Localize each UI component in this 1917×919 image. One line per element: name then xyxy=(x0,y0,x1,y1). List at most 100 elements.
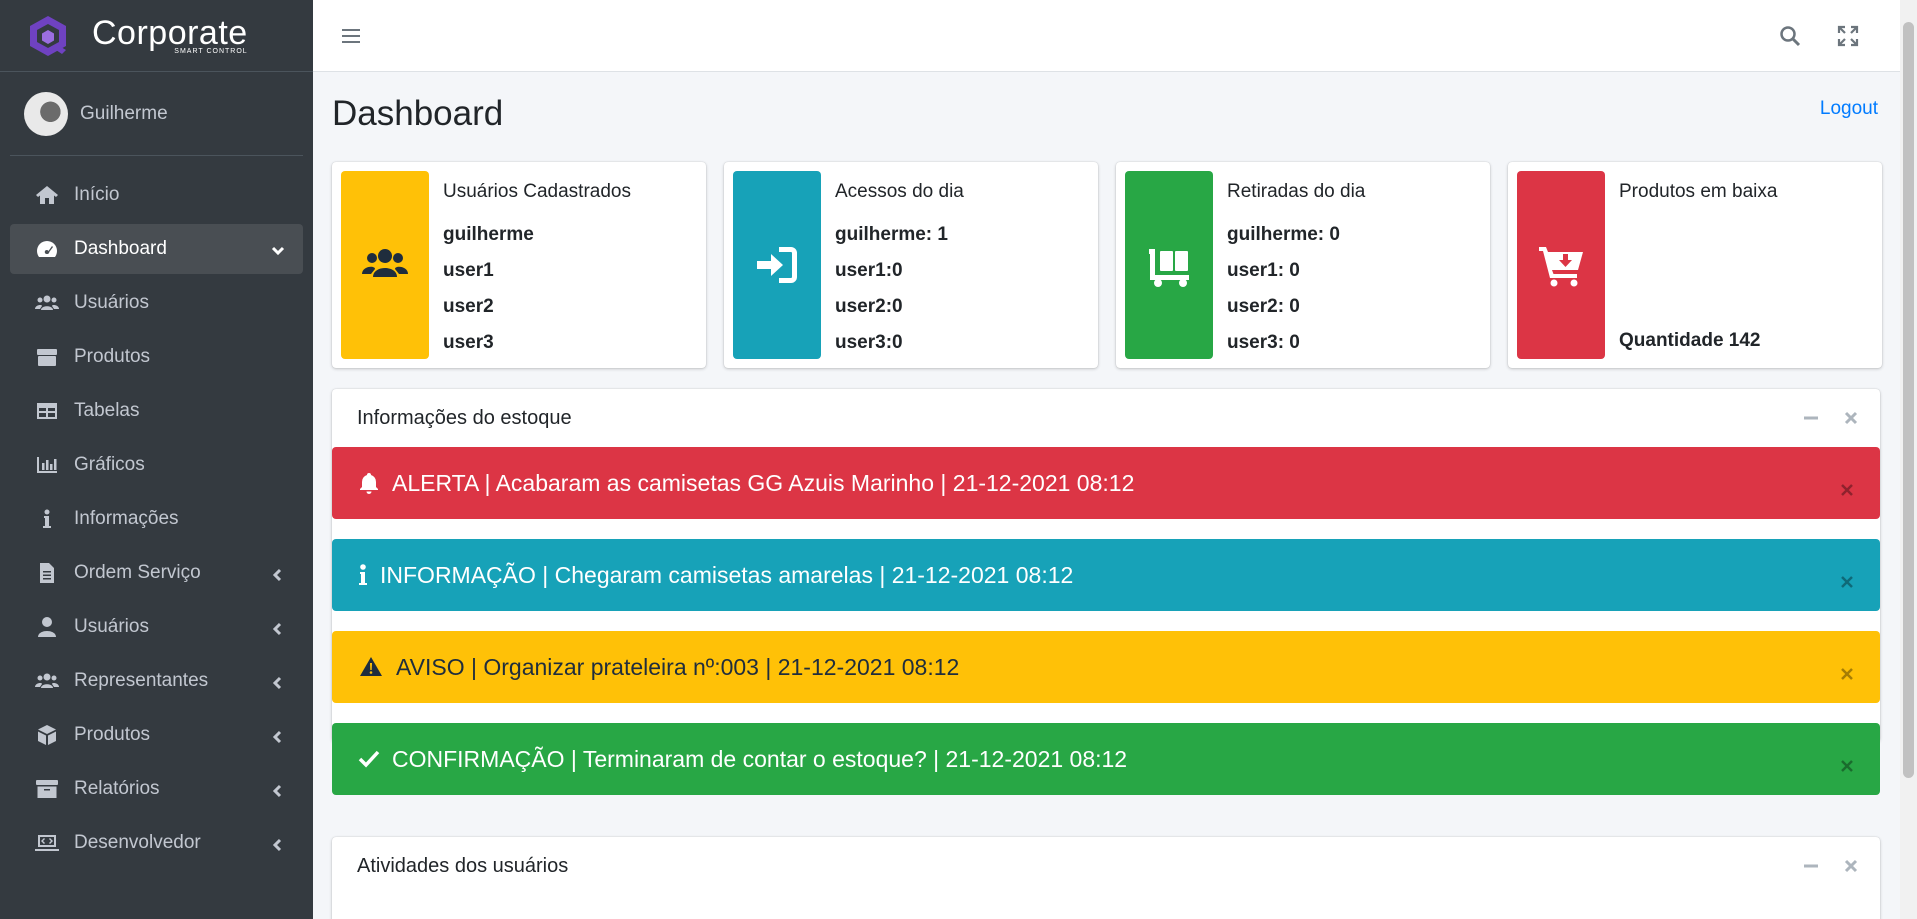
sidebar-item-produtos[interactable]: Produtos xyxy=(10,332,303,382)
alert-text: CONFIRMAÇÃO | Terminaram de contar o est… xyxy=(392,745,1128,772)
close-icon[interactable] xyxy=(1840,476,1854,496)
alert-text: INFORMAÇÃO | Chegaram camisetas amarelas… xyxy=(380,561,1074,588)
user-panel[interactable]: Guilherme xyxy=(10,72,303,156)
sidebar-item-label: Ordem Serviço xyxy=(74,562,201,583)
card-line: user3 xyxy=(443,332,494,353)
sidebar-item-usuarios[interactable]: Usuários xyxy=(10,278,303,328)
sidebar-item-desenvolvedor[interactable]: Desenvolvedor xyxy=(10,818,303,868)
chevron-left-icon xyxy=(271,620,285,636)
brand-subtitle: SMART CONTROL xyxy=(174,48,248,55)
hamburger-menu-icon[interactable] xyxy=(341,26,361,46)
sidebar-item-label: Usuários xyxy=(74,292,149,313)
chevron-left-icon xyxy=(271,566,285,582)
user-icon xyxy=(34,616,60,638)
user-activity-panel: Atividades dos usuários xyxy=(332,837,1880,919)
sidebar-item-label: Produtos xyxy=(74,724,151,745)
card-line: guilherme: 0 xyxy=(1227,224,1340,245)
file-icon xyxy=(34,562,60,584)
close-icon[interactable] xyxy=(1840,568,1854,588)
card-line: user3:0 xyxy=(835,332,903,353)
minimize-icon[interactable] xyxy=(1802,409,1820,427)
panel-header: Informações do estoque xyxy=(332,389,1880,447)
card-retiradas-do-dia: Retiradas do dia guilherme: 0 user1: 0 u… xyxy=(1116,162,1490,368)
sidebar-item-tabelas[interactable]: Tabelas xyxy=(10,386,303,436)
card-title: Produtos em baixa xyxy=(1619,181,1778,202)
sidebar-item-informacoes[interactable]: Informações xyxy=(10,494,303,544)
logout-link[interactable]: Logout xyxy=(1820,98,1878,120)
panel-title: Informações do estoque xyxy=(357,406,572,429)
check-icon xyxy=(356,746,382,772)
sidebar-item-graficos[interactable]: Gráficos xyxy=(10,440,303,490)
avatar[interactable] xyxy=(24,91,68,136)
page-scrollbar[interactable] xyxy=(1900,0,1917,919)
alert-info: INFORMAÇÃO | Chegaram camisetas amarelas… xyxy=(332,539,1880,611)
sidebar-item-relatorios[interactable]: Relatórios xyxy=(10,764,303,814)
card-acessos-do-dia: Acessos do dia guilherme: 1 user1:0 user… xyxy=(724,162,1098,368)
chart-icon xyxy=(34,454,60,476)
search-icon[interactable] xyxy=(1778,24,1802,48)
card-line: user2 xyxy=(443,296,494,317)
stock-info-panel: Informações do estoque ALERTA | Acabaram… xyxy=(332,389,1880,795)
chevron-left-icon xyxy=(271,782,285,798)
sidebar-item-representantes[interactable]: Representantes xyxy=(10,656,303,706)
panel-header: Atividades dos usuários xyxy=(332,837,1880,895)
brand[interactable]: Corporate SMART CONTROL xyxy=(0,0,313,72)
sidebar-item-dashboard[interactable]: Dashboard xyxy=(10,224,303,274)
sidebar-item-produtos-menu[interactable]: Produtos xyxy=(10,710,303,760)
close-icon[interactable] xyxy=(1840,660,1854,680)
sidebar-item-label: Representantes xyxy=(74,670,209,691)
box-icon xyxy=(34,346,60,368)
close-icon[interactable] xyxy=(1842,857,1860,875)
card-line: guilherme: 1 xyxy=(835,224,948,245)
sidebar-item-label: Usuários xyxy=(74,616,149,637)
chevron-down-icon xyxy=(271,242,285,256)
users-icon xyxy=(341,171,429,359)
archive-icon xyxy=(34,778,60,800)
sidebar-item-label: Informações xyxy=(74,508,179,529)
card-line: user3: 0 xyxy=(1227,332,1300,353)
sidebar-item-label: Tabelas xyxy=(74,400,140,421)
sidebar: Corporate SMART CONTROL Guilherme Início… xyxy=(0,0,313,919)
sidebar-item-label: Início xyxy=(74,184,120,205)
card-spacer xyxy=(1619,217,1777,323)
user-name[interactable]: Guilherme xyxy=(80,103,168,125)
dolly-icon xyxy=(1125,171,1213,359)
users-icon xyxy=(34,670,60,692)
card-line: Quantidade 142 xyxy=(1619,330,1761,351)
sidebar-item-label: Desenvolvedor xyxy=(74,832,201,853)
card-line: user1:0 xyxy=(835,260,903,281)
users-icon xyxy=(34,292,60,314)
card-title: Acessos do dia xyxy=(835,181,964,202)
info-cards: Usuários Cadastrados guilherme user1 use… xyxy=(332,162,1882,368)
warning-icon xyxy=(356,654,386,680)
sidebar-nav: Início Dashboard Usuários Produtos Tabel… xyxy=(0,170,313,868)
sidebar-item-ordem-servico[interactable]: Ordem Serviço xyxy=(10,548,303,598)
table-icon xyxy=(34,400,60,422)
top-navbar xyxy=(313,0,1900,72)
home-icon xyxy=(34,184,60,206)
close-icon[interactable] xyxy=(1840,752,1854,772)
close-icon[interactable] xyxy=(1842,409,1860,427)
laptop-code-icon xyxy=(34,832,60,854)
chevron-left-icon xyxy=(271,674,285,690)
card-title: Retiradas do dia xyxy=(1227,181,1366,202)
sidebar-item-inicio[interactable]: Início xyxy=(10,170,303,220)
card-line: guilherme xyxy=(443,224,534,245)
card-line: user1 xyxy=(443,260,494,281)
brand-title: Corporate xyxy=(92,14,248,52)
card-title: Usuários Cadastrados xyxy=(443,181,631,202)
alert-text: AVISO | Organizar prateleira nº:003 | 21… xyxy=(396,653,960,680)
fullscreen-icon[interactable] xyxy=(1836,24,1860,48)
card-line: user2:0 xyxy=(835,296,903,317)
minimize-icon[interactable] xyxy=(1802,857,1820,875)
chevron-left-icon xyxy=(271,728,285,744)
bell-icon xyxy=(356,470,382,496)
sidebar-item-usuarios-menu[interactable]: Usuários xyxy=(10,602,303,652)
chevron-left-icon xyxy=(271,836,285,852)
alert-warning: AVISO | Organizar prateleira nº:003 | 21… xyxy=(332,631,1880,703)
scrollbar-thumb[interactable] xyxy=(1903,22,1914,778)
sidebar-item-label: Relatórios xyxy=(74,778,160,799)
logo-icon xyxy=(30,15,66,56)
page-title: Dashboard xyxy=(332,94,504,133)
sidebar-item-label: Gráficos xyxy=(74,454,145,475)
